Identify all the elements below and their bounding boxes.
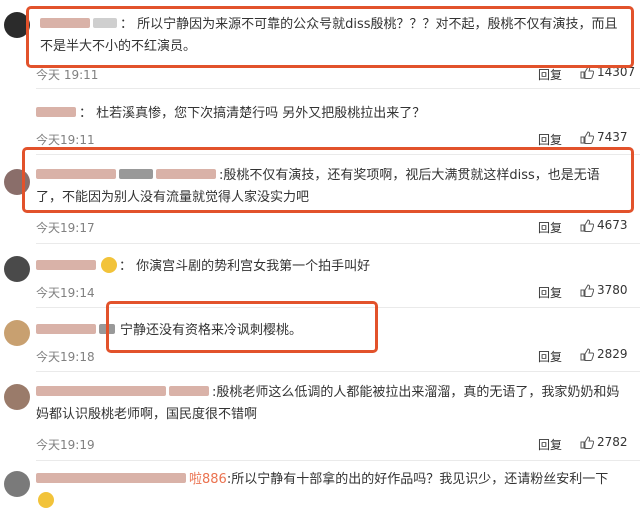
like-count: 7437 [597,130,628,144]
reply-button[interactable]: 回复 [538,284,562,301]
avatar[interactable] [4,320,30,346]
highlight-box [26,6,634,68]
emoji-icon [101,257,117,273]
like-button[interactable]: 2782 [580,435,628,449]
thumb-up-icon [580,435,594,449]
thumb-up-icon [580,347,594,361]
comment-time: 今天 19:11 [36,68,99,82]
comment-text: 啦886:所以宁静有十部拿的出的好作品吗？我见识少，还请粉丝安利一下 [36,469,624,513]
reply-button[interactable]: 回复 [538,66,562,83]
emoji-icon [38,492,54,508]
comment-text: ： 杜若溪真惨，您下次搞清楚行吗 另外又把殷桃拉出来了？ [36,103,624,125]
avatar[interactable] [4,384,30,410]
highlight-box [22,147,634,213]
comment-2: ： 杜若溪真惨，您下次搞清楚行吗 另外又把殷桃拉出来了？ 今天19:11 回复 … [0,89,640,153]
comment-time: 今天19:18 [36,350,95,364]
comment-time: 今天19:19 [36,438,95,452]
avatar[interactable] [4,471,30,497]
thumb-up-icon [580,283,594,297]
like-button[interactable]: 4673 [580,218,628,232]
avatar[interactable] [4,256,30,282]
like-count: 4673 [597,218,628,232]
like-count: 2782 [597,435,628,449]
reply-button[interactable]: 回复 [538,219,562,236]
like-button[interactable]: 7437 [580,130,628,144]
comment-time: 今天19:17 [36,221,95,235]
like-count: 2829 [597,347,628,361]
like-button[interactable]: 3780 [580,283,628,297]
like-button[interactable]: 2829 [580,347,628,361]
comment-text: ： 你演宫斗剧的势利宫女我第一个拍手叫好 [36,256,624,278]
reply-button[interactable]: 回复 [538,348,562,365]
comment-time: 今天19:11 [36,133,95,147]
reply-button[interactable]: 回复 [538,131,562,148]
reply-button[interactable]: 回复 [538,436,562,453]
thumb-up-icon [580,218,594,232]
comment-6: :殷桃老师这么低调的人都能被拉出来溜溜，真的无语了，我家奶奶和妈妈都认识殷桃老师… [0,372,640,460]
comment-4: ： 你演宫斗剧的势利宫女我第一个拍手叫好 今天19:14 回复 3780 [0,244,640,306]
thumb-up-icon [580,130,594,144]
comment-time: 今天19:14 [36,286,95,300]
highlight-box [106,301,378,353]
like-count: 3780 [597,283,628,297]
comment-text: :殷桃老师这么低调的人都能被拉出来溜溜，真的无语了，我家奶奶和妈妈都认识殷桃老师… [36,385,620,422]
comment-7: 啦886:所以宁静有十部拿的出的好作品吗？我见识少，还请粉丝安利一下 [0,461,640,526]
